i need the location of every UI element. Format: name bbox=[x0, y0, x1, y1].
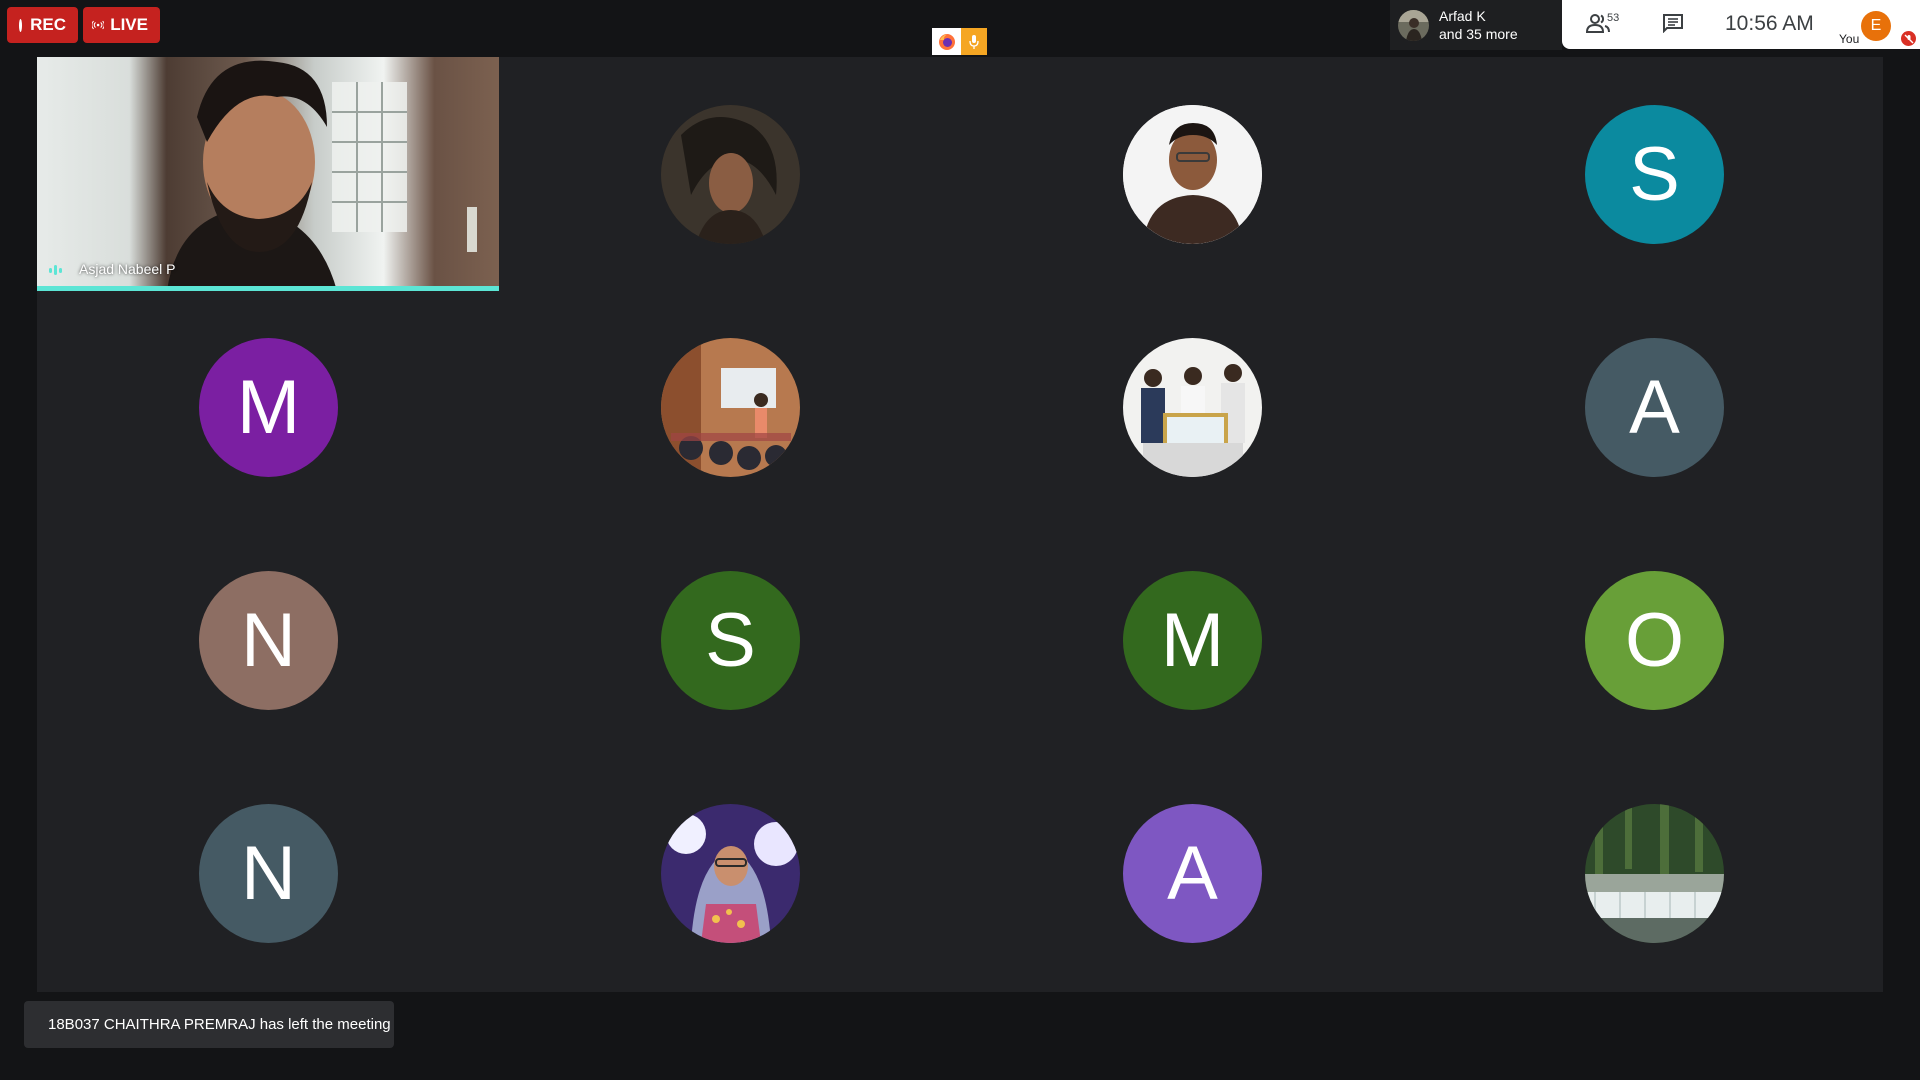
active-speaker-tile[interactable]: Asjad Nabeel P bbox=[37, 57, 499, 291]
presenter-chip[interactable]: Arfad K and 35 more bbox=[1390, 0, 1562, 50]
participant-tile[interactable] bbox=[961, 290, 1423, 523]
mic-off-icon bbox=[1901, 31, 1916, 46]
people-button[interactable] bbox=[1585, 12, 1626, 38]
participant-tile[interactable]: M bbox=[961, 523, 1423, 756]
chat-button[interactable] bbox=[1662, 13, 1688, 37]
browser-sharing-indicator[interactable] bbox=[932, 28, 987, 55]
meeting-clock: 10:56 AM bbox=[1725, 12, 1814, 35]
participant-tile[interactable]: N bbox=[37, 523, 499, 756]
participant-photo-avatar bbox=[661, 105, 800, 244]
record-dot-icon bbox=[19, 18, 23, 32]
chat-icon bbox=[1663, 14, 1683, 34]
mic-icon bbox=[961, 28, 987, 55]
presenter-more: and 35 more bbox=[1439, 26, 1518, 42]
participants-grid: Asjad Nabeel P S M A N S M O N A bbox=[37, 57, 1883, 992]
self-avatar[interactable]: E bbox=[1861, 11, 1891, 41]
participant-initial-avatar: M bbox=[199, 338, 338, 477]
participant-tile[interactable]: S bbox=[1423, 57, 1885, 290]
participant-photo-avatar bbox=[1123, 338, 1262, 477]
speaker-name-label: Asjad Nabeel P bbox=[79, 261, 176, 277]
broadcast-icon bbox=[92, 20, 105, 30]
participant-photo-avatar bbox=[1585, 804, 1724, 943]
presenter-avatar bbox=[1398, 9, 1429, 41]
participant-tile[interactable]: A bbox=[1423, 290, 1885, 523]
participant-initial-avatar: O bbox=[1585, 571, 1724, 710]
self-label: You bbox=[1839, 32, 1860, 46]
participant-tile[interactable]: S bbox=[499, 523, 961, 756]
notification-toast: 18B037 CHAITHRA PREMRAJ has left the mee… bbox=[24, 1001, 394, 1048]
participant-initial-avatar: A bbox=[1123, 804, 1262, 943]
participant-initial-avatar: M bbox=[1123, 571, 1262, 710]
presenter-name: Arfad K bbox=[1439, 8, 1486, 24]
live-badge: LIVE bbox=[83, 7, 160, 43]
participant-photo-avatar bbox=[661, 338, 800, 477]
rec-label: REC bbox=[30, 15, 66, 34]
participant-tile[interactable] bbox=[499, 290, 961, 523]
participant-initial-avatar: A bbox=[1585, 338, 1724, 477]
toast-message: 18B037 CHAITHRA PREMRAJ has left the mee… bbox=[48, 1016, 391, 1033]
top-controls-bar: 53 10:56 AM E You bbox=[1562, 0, 1920, 49]
participant-tile[interactable]: O bbox=[1423, 523, 1885, 756]
participant-photo-avatar bbox=[1123, 105, 1262, 244]
participant-tile[interactable] bbox=[499, 57, 961, 290]
participant-initial-avatar: S bbox=[1585, 105, 1724, 244]
speaking-eq-icon bbox=[49, 265, 62, 275]
participant-tile[interactable] bbox=[499, 756, 961, 989]
participant-tile[interactable] bbox=[961, 57, 1423, 290]
firefox-icon bbox=[932, 28, 961, 55]
live-label: LIVE bbox=[110, 15, 148, 34]
participant-tile[interactable]: M bbox=[37, 290, 499, 523]
rec-badge: REC bbox=[7, 7, 78, 43]
participant-tile[interactable]: A bbox=[961, 756, 1423, 989]
participant-tile[interactable] bbox=[1423, 756, 1885, 989]
participant-photo-avatar bbox=[661, 804, 800, 943]
participant-initial-avatar: N bbox=[199, 804, 338, 943]
participant-initial-avatar: N bbox=[199, 571, 338, 710]
participant-initial-avatar: S bbox=[661, 571, 800, 710]
participant-tile[interactable]: N bbox=[37, 756, 499, 989]
people-count: 53 bbox=[1607, 12, 1620, 24]
speaker-video bbox=[37, 57, 499, 291]
